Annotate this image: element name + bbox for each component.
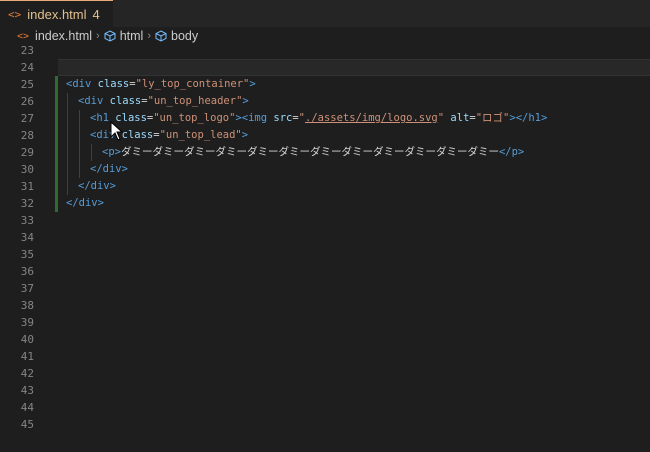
chevron-right-icon: ›	[96, 30, 100, 42]
tab-filename: index.html	[27, 6, 87, 22]
breadcrumb-body[interactable]: body	[171, 29, 198, 43]
line-number: 45	[20, 418, 34, 431]
chevron-right-icon: ›	[147, 30, 151, 42]
line-number: 36	[20, 265, 34, 278]
line-number: 34	[20, 231, 34, 244]
line-number: 29	[20, 146, 34, 159]
code-line-31: </div>	[78, 180, 116, 192]
element-cube-icon	[155, 30, 167, 42]
line-number: 33	[20, 214, 34, 227]
line-number-gutter: 23 24 25 26 27 28 29 30 31 32 33 34 35 3…	[0, 44, 40, 452]
line-number: 27	[20, 112, 34, 125]
asset-path-link[interactable]: ./assets/img/logo.svg	[305, 112, 438, 124]
line-number: 26	[20, 95, 34, 108]
code-editor[interactable]: 23 24 25 26 27 28 29 30 31 32 33 34 35 3…	[0, 44, 650, 452]
breadcrumb-file[interactable]: index.html	[35, 29, 92, 43]
line-number: 35	[20, 248, 34, 261]
line-number: 40	[20, 333, 34, 346]
line-number: 24	[20, 61, 34, 74]
line-number: 42	[20, 367, 34, 380]
line-number: 30	[20, 163, 34, 176]
line-number: 37	[20, 282, 34, 295]
line-number: 31	[20, 180, 34, 193]
line-number: 41	[20, 350, 34, 363]
breadcrumb: <> index.html › html › body	[0, 27, 650, 45]
line-number: 39	[20, 316, 34, 329]
line-number: 23	[20, 44, 34, 57]
indent-guide	[67, 93, 68, 195]
mouse-pointer-icon	[110, 121, 124, 141]
code-line-27: <h1 class="un_top_logo"><img src="./asse…	[90, 112, 548, 124]
code-text-area[interactable]: <div class="ly_top_container"> <div clas…	[58, 45, 650, 452]
html-file-icon: <>	[17, 30, 30, 42]
indent-guide	[91, 144, 92, 161]
code-line-26: <div class="un_top_header">	[78, 95, 249, 107]
line-number: 32	[20, 197, 34, 210]
html-file-icon: <>	[8, 7, 22, 21]
element-cube-icon	[104, 30, 116, 42]
code-line-32: </div>	[66, 197, 104, 209]
problem-count-badge: 4	[92, 6, 100, 22]
line-number: 43	[20, 384, 34, 397]
indent-guide	[79, 110, 80, 178]
tab-bar: <> index.html 4	[0, 0, 650, 27]
line-number: 28	[20, 129, 34, 142]
code-line-25: <div class="ly_top_container">	[66, 78, 256, 90]
line-number: 44	[20, 401, 34, 414]
code-line-29: <p>ダミーダミーダミーダミーダミーダミーダミーダミーダミーダミーダミーダミー<…	[102, 146, 525, 158]
tab-index-html[interactable]: <> index.html 4	[0, 0, 113, 27]
code-line-30: </div>	[90, 163, 128, 175]
line-number: 38	[20, 299, 34, 312]
line-number: 25	[20, 78, 34, 91]
breadcrumb-html[interactable]: html	[120, 29, 144, 43]
